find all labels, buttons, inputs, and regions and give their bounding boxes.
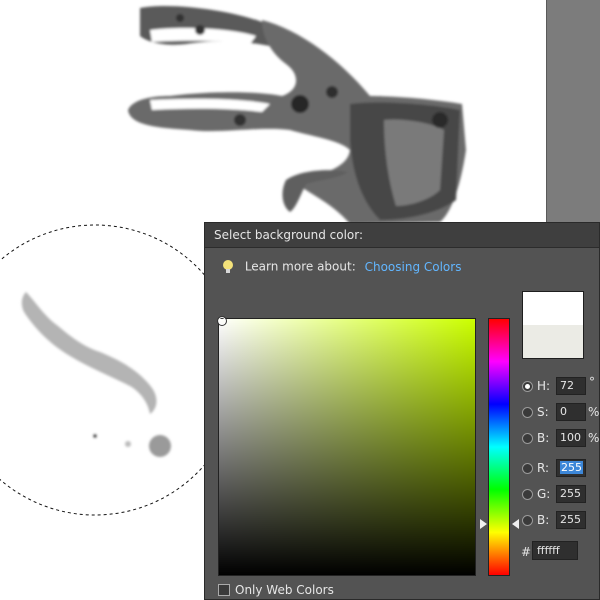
claw-ink-shape: [128, 5, 466, 224]
saturation-unit: %: [588, 405, 600, 419]
only-web-colors-label: Only Web Colors: [235, 583, 334, 597]
hue-slider[interactable]: [488, 318, 510, 576]
wave-ink-shape: [21, 292, 171, 457]
red-label: R:: [537, 461, 550, 475]
color-preview-swatch: [522, 291, 584, 359]
color-picker-dialog: Select background color: Learn more abou…: [204, 222, 600, 600]
brightness-radio[interactable]: [522, 433, 533, 444]
hue-value: 72: [560, 379, 574, 392]
saturation-radio[interactable]: [522, 407, 533, 418]
hex-input[interactable]: ffffff: [532, 541, 578, 560]
dialog-title: Select background color:: [214, 228, 364, 242]
blue-input[interactable]: 255: [556, 511, 586, 529]
brightness-label: B:: [537, 431, 550, 445]
saturation-brightness-field[interactable]: [218, 318, 476, 576]
saturation-value: 0: [560, 405, 567, 418]
only-web-colors-checkbox[interactable]: [218, 583, 230, 596]
hue-input[interactable]: 72: [556, 377, 586, 395]
lightbulb-icon: [223, 260, 233, 273]
learn-more-label: Learn more about:: [244, 259, 356, 274]
green-input[interactable]: 255: [556, 485, 586, 503]
brightness-value: 100: [560, 431, 581, 444]
green-label: G:: [537, 487, 551, 501]
dialog-titlebar[interactable]: Select background color:: [205, 223, 599, 248]
hex-label: #: [521, 545, 532, 559]
green-value: 255: [560, 487, 581, 500]
learn-more-row: Learn more about: Choosing Colors: [221, 259, 461, 277]
current-color-swatch[interactable]: [523, 325, 583, 358]
hue-radio[interactable]: [522, 381, 533, 392]
hex-value: ffffff: [537, 544, 560, 557]
green-radio[interactable]: [522, 489, 533, 500]
blue-label: B:: [537, 513, 550, 527]
red-value: 255: [560, 461, 583, 474]
saturation-label: S:: [537, 405, 549, 419]
choosing-colors-link[interactable]: Choosing Colors: [365, 260, 462, 274]
blue-radio[interactable]: [522, 515, 533, 526]
blue-value: 255: [560, 513, 581, 526]
color-field-cursor[interactable]: [217, 316, 227, 326]
hue-slider-right-arrow-icon[interactable]: [512, 519, 519, 529]
new-color-swatch: [523, 292, 583, 325]
hue-label: H:: [537, 379, 551, 393]
red-radio[interactable]: [522, 463, 533, 474]
hue-slider-left-arrow-icon[interactable]: [480, 519, 487, 529]
saturation-input[interactable]: 0: [556, 403, 586, 421]
brightness-unit: %: [588, 431, 600, 445]
degree-unit: °: [589, 375, 595, 389]
only-web-colors-row[interactable]: Only Web Colors: [218, 583, 334, 597]
red-input[interactable]: 255: [556, 459, 586, 477]
brightness-input[interactable]: 100: [556, 429, 586, 447]
